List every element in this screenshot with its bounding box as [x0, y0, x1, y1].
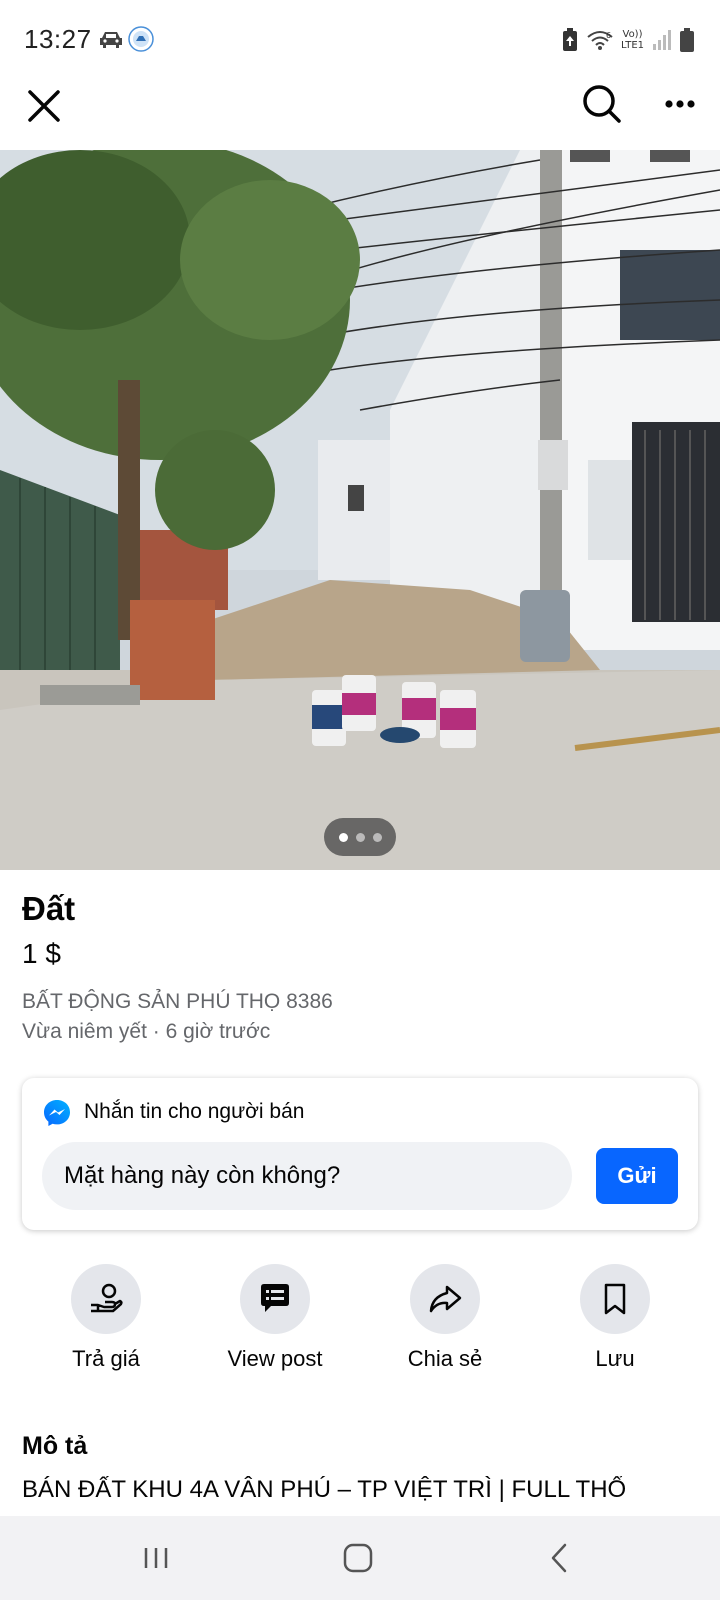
land-plot-photo — [0, 150, 720, 870]
carousel-dot-2[interactable] — [355, 832, 365, 842]
wifi-icon: 6 — [587, 31, 613, 50]
signal-icon — [653, 30, 671, 50]
listing-photo[interactable] — [0, 150, 720, 870]
share-icon — [429, 1285, 462, 1313]
action-row: Trả giá View post Chia sẻ Lưu — [0, 1264, 720, 1384]
share-label: Chia sẻ — [407, 1346, 483, 1371]
car-icon — [100, 32, 122, 48]
status-time: 13:27 — [24, 24, 92, 54]
post-bubble-icon — [261, 1284, 289, 1312]
offer-label: Trả giá — [72, 1346, 140, 1371]
bookmark-icon — [604, 1283, 626, 1315]
save-circle[interactable] — [580, 1264, 650, 1334]
system-nav-bar — [0, 1516, 720, 1600]
send-button[interactable]: Gửi — [596, 1148, 678, 1204]
recent-apps-icon[interactable] — [134, 1536, 178, 1580]
save-label: Lưu — [595, 1346, 635, 1371]
listing-title: Đất — [22, 890, 76, 927]
view-post-button[interactable]: View post — [190, 1264, 360, 1372]
description-text: BÁN ĐẤT KHU 4A VÂN PHÚ – TP VIỆT TRÌ | F… — [22, 1476, 627, 1503]
view-post-circle[interactable] — [240, 1264, 310, 1334]
offer-circle[interactable] — [71, 1264, 141, 1334]
view-post-label: View post — [227, 1346, 323, 1371]
more-icon[interactable] — [656, 80, 704, 128]
shield-app-icon — [128, 26, 154, 52]
message-heading: Nhắn tin cho người bán — [84, 1100, 305, 1123]
carousel-indicator[interactable] — [324, 818, 396, 856]
search-icon[interactable] — [578, 80, 626, 128]
share-circle[interactable] — [410, 1264, 480, 1334]
make-offer-button[interactable]: Trả giá — [21, 1264, 191, 1372]
close-icon[interactable] — [20, 82, 68, 130]
carousel-dot-1[interactable] — [338, 832, 348, 842]
network-top: Vo)) — [622, 29, 643, 40]
listed-time: Vừa niêm yết · 6 giờ trước — [22, 1020, 271, 1043]
wifi-badge: 6 — [606, 31, 611, 40]
message-input[interactable] — [42, 1142, 572, 1210]
seller-name[interactable]: BẤT ĐỘNG SẢN PHÚ THỌ 8386 — [22, 990, 333, 1014]
network-bottom: LTE1 — [621, 40, 644, 51]
share-button[interactable]: Chia sẻ — [360, 1264, 530, 1372]
home-icon[interactable] — [336, 1536, 380, 1580]
top-app-bar — [0, 78, 720, 150]
status-icons: 6 Vo)) LTE1 — [561, 26, 694, 54]
volte-lte-icon: Vo)) LTE1 — [621, 29, 644, 51]
description-heading: Mô tả — [22, 1432, 88, 1460]
message-seller-card: Nhắn tin cho người bán Gửi — [22, 1078, 698, 1230]
listing-price: 1 $ — [22, 938, 61, 969]
battery-icon — [680, 28, 694, 52]
status-bar: 13:27 6 Vo)) LTE1 — [0, 0, 720, 78]
save-button[interactable]: Lưu — [530, 1264, 700, 1372]
battery-saver-icon — [563, 28, 578, 51]
carousel-dot-3[interactable] — [372, 832, 382, 842]
back-icon[interactable] — [538, 1536, 582, 1580]
messenger-icon — [44, 1100, 70, 1126]
offer-hand-icon — [91, 1283, 123, 1313]
